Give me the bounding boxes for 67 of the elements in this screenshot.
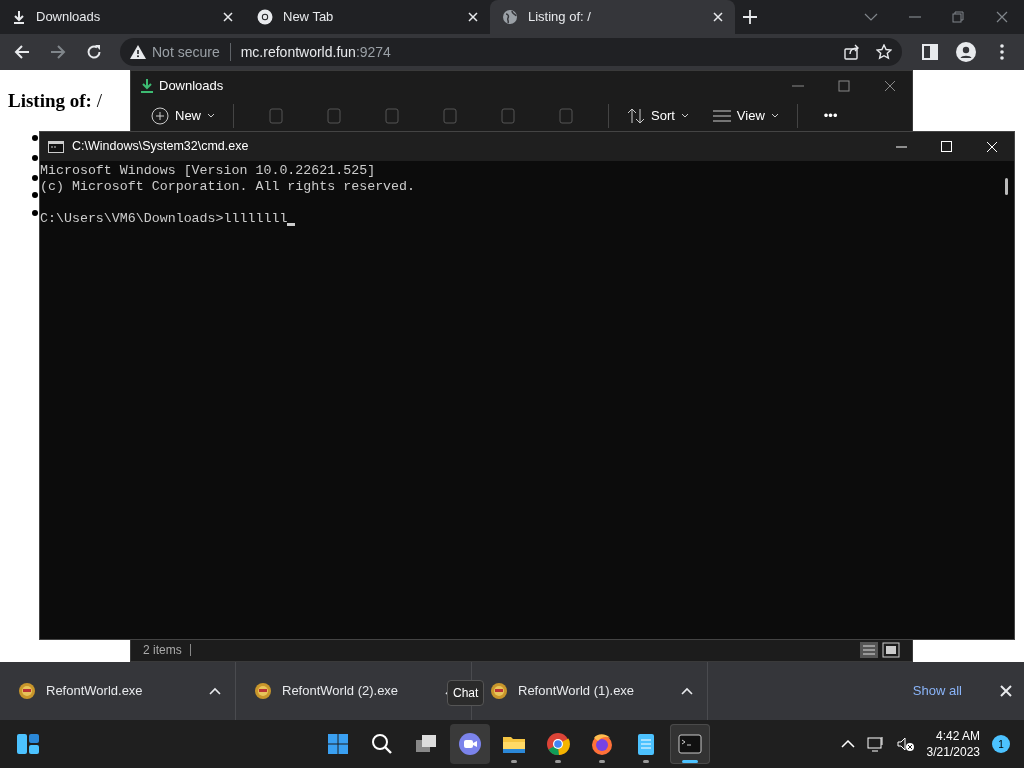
caret-icon [207,113,215,119]
chevron-up-icon[interactable] [209,687,221,695]
file-icon [490,682,508,700]
firefox-icon [590,732,614,756]
terminal-icon [678,732,702,756]
start-icon [326,732,350,756]
restore-icon[interactable] [952,11,966,23]
reload-icon[interactable] [86,44,102,60]
bullet-icon [32,135,38,141]
globe-icon [502,9,518,25]
browser-tab[interactable]: Listing of: / [490,0,735,34]
browser-tab[interactable]: Downloads [0,0,245,34]
window-title: C:\Windows\System32\cmd.exe [72,138,249,156]
plus-icon [151,107,169,125]
clock[interactable]: 4:42 AM 3/21/2023 [926,728,980,760]
more-button[interactable]: ••• [823,106,838,126]
bullet-icon [32,175,38,181]
toolbar-button[interactable]: View [712,106,779,126]
chat-icon [458,732,482,756]
back-icon[interactable] [14,44,30,60]
security-label: Not secure [152,42,220,62]
search-icon [370,732,394,756]
terminal-line: C:\Users\VM6\Downloads>llllllll [40,211,288,227]
download-icon [12,10,26,24]
toolbar-button[interactable]: Sort [627,106,689,126]
chevron-down-icon[interactable] [864,12,878,22]
show-all-link[interactable]: Show all [912,681,962,701]
taskbar-button[interactable] [670,724,710,764]
new-tab-icon[interactable] [743,10,757,24]
terminal-line: Microsoft Windows [Version 10.0.22621.525] [40,163,376,179]
caret-icon [770,113,779,119]
terminal-line: (c) Microsoft Corporation. All rights reserved. [40,179,416,195]
notification-badge[interactable]: 1 [992,735,1010,753]
tooltip: Chat [447,680,485,706]
caret-icon [680,113,689,119]
status-text: 2 items [143,642,182,659]
chrome-icon [546,732,570,756]
page-heading: Listing of: / [8,90,102,113]
warning-icon [130,45,146,59]
menu-icon[interactable] [1000,44,1004,60]
url-text: mc.refontworld.fun:9274 [240,42,391,62]
muted-speaker-icon[interactable] [896,736,915,752]
browser-tab[interactable]: New Tab [245,0,490,34]
profile-icon[interactable] [956,42,976,62]
scrollbar-thumb[interactable] [1005,178,1008,195]
widgets-icon[interactable] [16,732,40,756]
chrome-icon [257,9,273,25]
network-icon[interactable] [866,736,885,752]
bullet-icon [32,192,38,198]
forward-icon[interactable] [50,44,66,60]
window-title: Downloads [159,77,224,96]
terminal-icon [48,140,64,153]
cursor-icon [287,223,296,226]
file-icon [18,682,36,700]
side-panel-icon[interactable] [922,44,938,60]
address-bar[interactable]: Not secure mc.refontworld.fun:9274 [120,38,902,66]
file-icon [254,682,272,700]
bullet-icon [32,155,38,161]
bullet-icon [32,210,38,216]
download-icon [141,79,153,93]
sort-icon [627,107,645,125]
tiles-view-icon[interactable] [882,642,900,658]
view-icon [712,109,731,123]
toolbar-button[interactable]: New [151,106,215,126]
star-icon[interactable] [876,44,892,60]
taskbar-button[interactable] [450,724,490,764]
chevron-up-icon[interactable] [681,687,693,695]
